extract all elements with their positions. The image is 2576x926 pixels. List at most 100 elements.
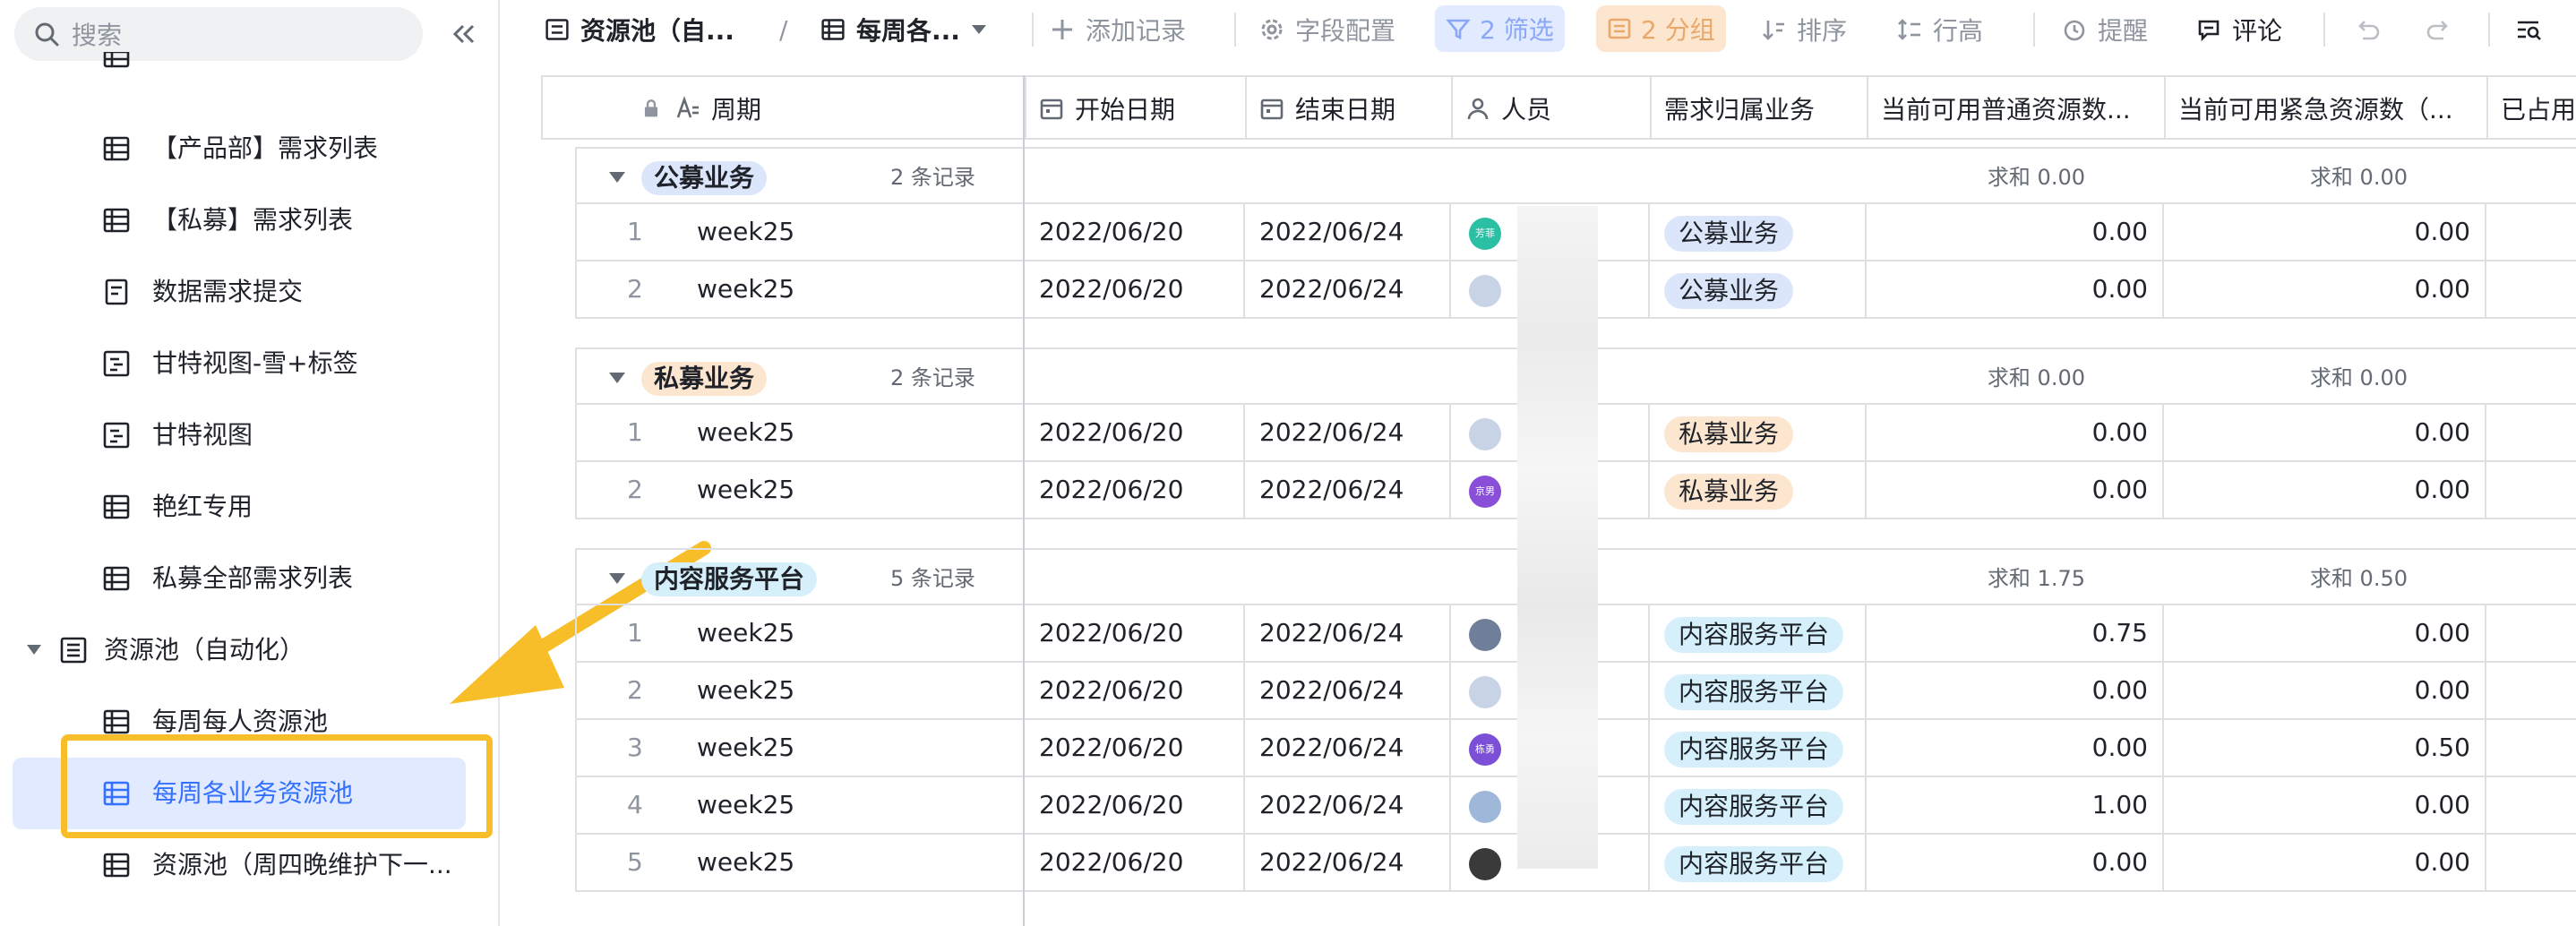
cell-end-date[interactable]: 2022/06/24	[1245, 777, 1451, 833]
cell-urgent-resource[interactable]: 0.00	[2164, 605, 2486, 661]
cell-urgent-resource[interactable]: 0.00	[2164, 835, 2486, 890]
cell-start-date[interactable]: 2022/06/20	[1025, 405, 1245, 460]
column-header-normal-resource[interactable]: 当前可用普通资源数...	[1868, 77, 2166, 140]
group-tag: 内容服务平台	[641, 562, 818, 596]
cell-normal-resource[interactable]: 0.00	[1867, 204, 2164, 260]
cell-normal-resource[interactable]: 0.00	[1867, 405, 2164, 460]
cell-period[interactable]: week25	[697, 720, 1025, 776]
sidebar-item-yanhong[interactable]: 艳红专用	[0, 471, 498, 543]
cell-business[interactable]: 公募业务	[1650, 204, 1867, 260]
cell-business[interactable]: 内容服务平台	[1650, 605, 1867, 661]
cell-urgent-resource[interactable]: 0.00	[2164, 262, 2486, 317]
field-config-button[interactable]: 字段配置	[1259, 0, 1395, 59]
column-header-person[interactable]: 人员	[1453, 77, 1652, 140]
sidebar-item-resource-pool[interactable]: 资源池（自动化）	[0, 614, 498, 686]
sidebar-item-product-requirements[interactable]: 【产品部】需求列表	[0, 113, 498, 184]
group-button[interactable]: 2 分组	[1596, 5, 1726, 52]
cell-end-date[interactable]: 2022/06/24	[1245, 835, 1451, 890]
cell-period[interactable]: week25	[697, 605, 1025, 661]
cell-end-date[interactable]: 2022/06/24	[1245, 663, 1451, 718]
cell-normal-resource[interactable]: 0.00	[1867, 720, 2164, 776]
filter-button[interactable]: 2 筛选	[1435, 5, 1565, 52]
column-header-urgent-resource[interactable]: 当前可用紧急资源数（...	[2166, 77, 2488, 140]
cell-start-date[interactable]: 2022/06/20	[1025, 605, 1245, 661]
cell-start-date[interactable]: 2022/06/20	[1025, 462, 1245, 518]
cell-period[interactable]: week25	[697, 262, 1025, 317]
cell-normal-resource[interactable]: 0.00	[1867, 262, 2164, 317]
table-icon	[103, 136, 130, 161]
frozen-column-divider[interactable]	[1023, 75, 1025, 926]
sidebar-item-label: 【私募】需求列表	[152, 205, 354, 235]
sidebar-item-gantt-tags[interactable]: 甘特视图-雪+标签	[0, 328, 498, 399]
cell-period[interactable]: week25	[697, 462, 1025, 518]
cell-normal-resource[interactable]: 0.00	[1867, 835, 2164, 890]
cell-start-date[interactable]: 2022/06/20	[1025, 663, 1245, 718]
cell-period[interactable]: week25	[697, 777, 1025, 833]
comment-button[interactable]: 评论	[2196, 0, 2282, 59]
expand-caret-icon[interactable]	[27, 645, 41, 655]
row-height-button[interactable]: 行高	[1897, 0, 1983, 59]
cell-period[interactable]: week25	[697, 204, 1025, 260]
cell-business[interactable]: 内容服务平台	[1650, 720, 1867, 776]
sidebar-item-partial[interactable]	[0, 52, 498, 88]
cell-business[interactable]: 私募业务	[1650, 462, 1867, 518]
column-header-end-date[interactable]: 结束日期	[1247, 77, 1453, 140]
search-records-icon[interactable]	[2515, 0, 2544, 59]
cell-urgent-resource[interactable]: 0.00	[2164, 777, 2486, 833]
collapse-caret-icon[interactable]	[609, 172, 625, 183]
column-header-period[interactable]: 周期	[543, 77, 1026, 140]
sort-button[interactable]: 排序	[1761, 0, 1847, 59]
cell-period[interactable]: week25	[697, 405, 1025, 460]
avatar	[1469, 676, 1501, 708]
cell-normal-resource[interactable]: 0.00	[1867, 663, 2164, 718]
cell-start-date[interactable]: 2022/06/20	[1025, 204, 1245, 260]
view-tab[interactable]: 每周各...	[820, 0, 987, 59]
cell-business[interactable]: 内容服务平台	[1650, 777, 1867, 833]
collapse-sidebar-icon[interactable]	[444, 14, 484, 54]
cell-urgent-resource[interactable]: 0.00	[2164, 204, 2486, 260]
sidebar-item-private-all[interactable]: 私募全部需求列表	[0, 543, 498, 614]
cell-end-date[interactable]: 2022/06/24	[1245, 462, 1451, 518]
cell-normal-resource[interactable]: 0.75	[1867, 605, 2164, 661]
add-record-button[interactable]: 添加记录	[1050, 0, 1186, 59]
cell-period[interactable]: week25	[697, 835, 1025, 890]
sidebar-item-pool-maintenance[interactable]: 资源池（周四晚维护下一...	[0, 829, 498, 901]
undo-icon[interactable]	[2354, 0, 2381, 59]
column-header-business[interactable]: 需求归属业务	[1652, 77, 1868, 140]
cell-start-date[interactable]: 2022/06/20	[1025, 262, 1245, 317]
cell-business[interactable]: 公募业务	[1650, 262, 1867, 317]
cell-start-date[interactable]: 2022/06/20	[1025, 835, 1245, 890]
cell-start-date[interactable]: 2022/06/20	[1025, 777, 1245, 833]
cell-urgent-resource[interactable]: 0.50	[2164, 720, 2486, 776]
collapse-caret-icon[interactable]	[609, 373, 625, 383]
cell-urgent-resource[interactable]: 0.00	[2164, 462, 2486, 518]
table-tab[interactable]: 资源池（自...	[545, 0, 734, 59]
cell-period[interactable]: week25	[697, 663, 1025, 718]
group-header[interactable]: 公募业务 2 条记录 求和 0.00 求和 0.00	[575, 147, 2576, 204]
breadcrumb-separator: /	[779, 14, 788, 45]
cell-end-date[interactable]: 2022/06/24	[1245, 405, 1451, 460]
collapse-caret-icon[interactable]	[609, 573, 625, 584]
redo-icon[interactable]	[2426, 0, 2452, 59]
cell-urgent-resource[interactable]: 0.00	[2164, 663, 2486, 718]
cell-business[interactable]: 内容服务平台	[1650, 663, 1867, 718]
table-icon	[103, 52, 130, 68]
cell-normal-resource[interactable]: 1.00	[1867, 777, 2164, 833]
row-index: 3	[627, 733, 643, 762]
column-header-occupied[interactable]: 已占用	[2488, 77, 2576, 140]
sidebar-item-private-requirements[interactable]: 【私募】需求列表	[0, 184, 498, 256]
app-window: 搜索 【产品部】需求列表 【私募】需求列表 数据需求提交 甘特视图-雪+标签 甘…	[0, 0, 2576, 926]
cell-start-date[interactable]: 2022/06/20	[1025, 720, 1245, 776]
sidebar-item-gantt[interactable]: 甘特视图	[0, 399, 498, 471]
cell-end-date[interactable]: 2022/06/24	[1245, 605, 1451, 661]
cell-urgent-resource[interactable]: 0.00	[2164, 405, 2486, 460]
column-header-start-date[interactable]: 开始日期	[1026, 77, 1247, 140]
cell-end-date[interactable]: 2022/06/24	[1245, 720, 1451, 776]
cell-end-date[interactable]: 2022/06/24	[1245, 262, 1451, 317]
cell-normal-resource[interactable]: 0.00	[1867, 462, 2164, 518]
sidebar-item-data-request-form[interactable]: 数据需求提交	[0, 256, 498, 328]
cell-business[interactable]: 私募业务	[1650, 405, 1867, 460]
remind-button[interactable]: 提醒	[2062, 0, 2148, 59]
cell-end-date[interactable]: 2022/06/24	[1245, 204, 1451, 260]
cell-business[interactable]: 内容服务平台	[1650, 835, 1867, 890]
